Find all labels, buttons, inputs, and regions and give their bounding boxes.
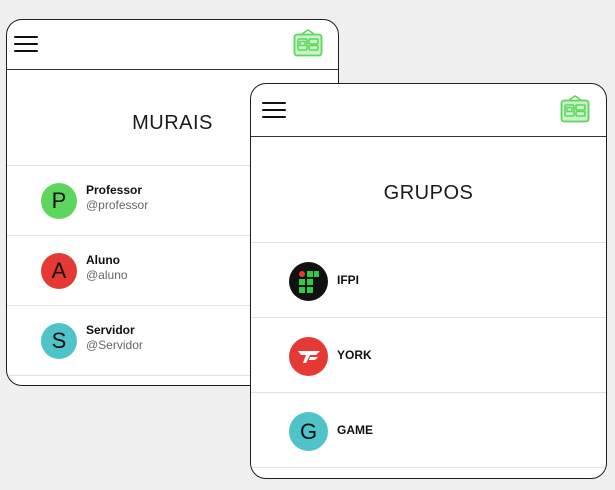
user-handle: @aluno bbox=[86, 268, 128, 282]
avatar: S bbox=[41, 323, 77, 359]
board-icon[interactable] bbox=[560, 95, 590, 123]
board-icon[interactable] bbox=[293, 29, 323, 57]
user-name: Servidor bbox=[86, 323, 135, 337]
user-name: Aluno bbox=[86, 253, 120, 267]
user-handle: @professor bbox=[86, 198, 149, 212]
group-row-ifpi[interactable]: IFPI bbox=[251, 243, 606, 318]
york-logo-icon bbox=[289, 337, 328, 376]
user-name: Professor bbox=[86, 183, 143, 197]
ifpi-logo-icon bbox=[289, 262, 328, 301]
menu-icon[interactable] bbox=[262, 102, 286, 119]
menu-icon[interactable] bbox=[14, 36, 38, 53]
page-title: GRUPOS bbox=[251, 137, 606, 243]
avatar: G bbox=[289, 412, 328, 451]
group-name: IFPI bbox=[337, 273, 360, 287]
grupos-card: GRUPOS IFPI YORK G GAME bbox=[250, 83, 607, 479]
avatar: P bbox=[41, 183, 77, 219]
murais-topbar bbox=[7, 20, 338, 70]
group-row-york[interactable]: YORK bbox=[251, 318, 606, 393]
user-info: Professor @professor bbox=[86, 183, 148, 213]
group-row-game[interactable]: G GAME bbox=[251, 393, 606, 468]
user-info: Servidor @Servidor bbox=[86, 323, 143, 353]
group-name: GAME bbox=[337, 423, 373, 437]
avatar: A bbox=[41, 253, 77, 289]
grupos-topbar bbox=[251, 84, 606, 137]
user-handle: @Servidor bbox=[86, 338, 143, 352]
user-info: Aluno @aluno bbox=[86, 253, 128, 283]
group-name: YORK bbox=[337, 348, 372, 362]
